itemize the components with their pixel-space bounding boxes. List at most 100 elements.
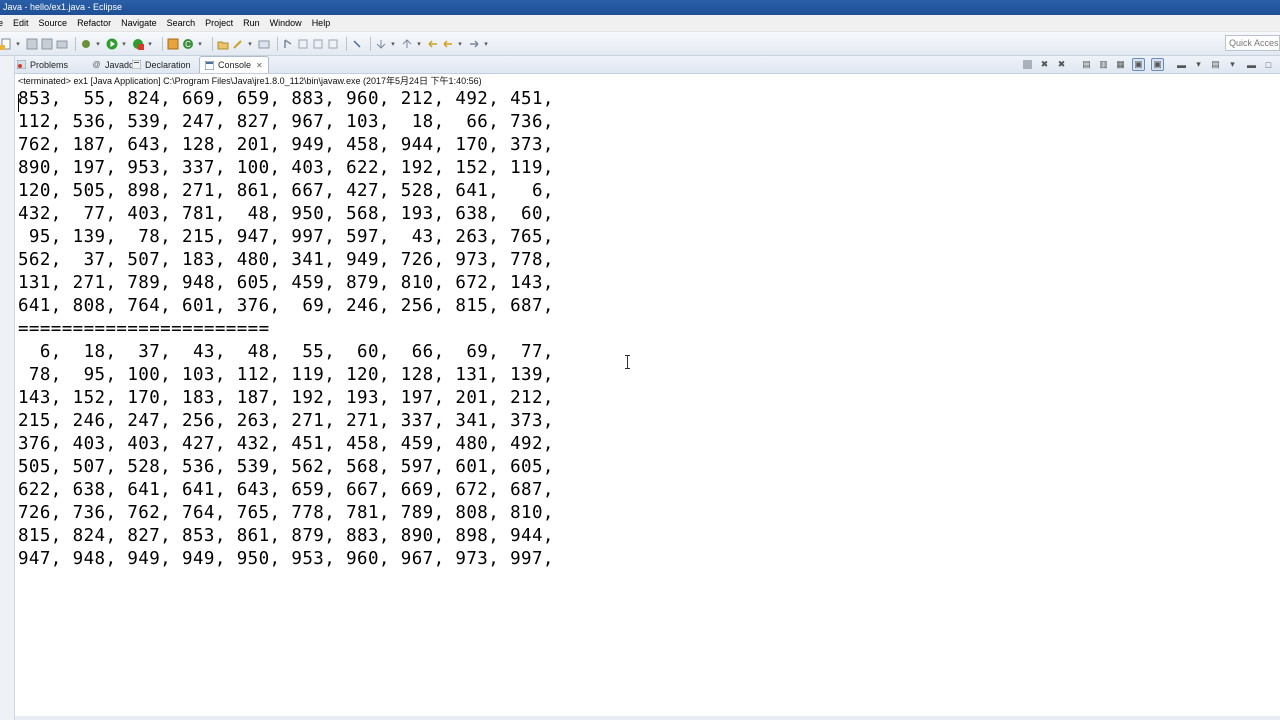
terminate-icon[interactable] — [1022, 59, 1033, 70]
menu-file[interactable]: e — [0, 18, 8, 28]
problems-icon — [17, 60, 26, 69]
open-console-dropdown-icon[interactable]: ▾ — [1227, 59, 1238, 70]
toolbar-separator — [212, 36, 213, 51]
show-console-on-error-icon[interactable]: ▣ — [1151, 58, 1164, 71]
toolbar-separator — [346, 36, 347, 51]
menu-project[interactable]: Project — [200, 18, 238, 28]
pin-console-icon[interactable]: ▬ — [1176, 59, 1187, 70]
new-icon[interactable] — [0, 38, 12, 50]
show-console-on-output-icon[interactable]: ▣ — [1132, 58, 1145, 71]
quick-access-field[interactable]: Quick Access — [1225, 35, 1280, 51]
display-selected-console-icon[interactable]: ▾ — [1193, 59, 1204, 70]
save-icon[interactable] — [26, 38, 38, 50]
toolbar-separator — [370, 36, 371, 51]
tab-problems[interactable]: Problems — [17, 56, 68, 73]
new-dropdown-icon[interactable]: ▾ — [15, 40, 21, 48]
toolbar-separator — [75, 36, 76, 51]
run-icon[interactable] — [106, 38, 118, 50]
console-line: 726, 736, 762, 764, 765, 778, 781, 789, … — [18, 503, 554, 523]
main-toolbar: ▾ ▾ ▾ ▾ C ▾ ▾ ▾ ▾ ▾ ▾ Quick Access — [0, 32, 1280, 56]
last-edit-location-icon[interactable] — [427, 38, 439, 50]
menu-search[interactable]: Search — [162, 18, 201, 28]
close-icon[interactable]: ✕ — [256, 61, 263, 70]
minimize-icon[interactable]: ▬ — [1246, 59, 1257, 70]
left-trim-stack — [0, 56, 15, 720]
tab-console[interactable]: Console ✕ — [199, 56, 269, 73]
console-line: 562, 37, 507, 183, 480, 341, 949, 726, 9… — [18, 250, 554, 270]
debug-icon[interactable] — [80, 38, 92, 50]
back-dropdown-icon[interactable]: ▾ — [457, 40, 463, 48]
open-console-icon[interactable]: ▤ — [1210, 59, 1221, 70]
menu-bar: e Edit Source Refactor Navigate Search P… — [0, 15, 1280, 32]
remove-all-terminated-icon[interactable]: ✖ — [1056, 59, 1067, 70]
menu-edit[interactable]: Edit — [8, 18, 34, 28]
maximize-icon[interactable]: □ — [1263, 59, 1274, 70]
console-view-toolbar: ✖ ✖ ▤ ▥ ▦ ▣ ▣ ▬ ▾ ▤ ▾ ▬ □ — [1016, 58, 1274, 71]
console-separator-line: ======================= — [18, 319, 270, 339]
new-class-dropdown-icon[interactable]: ▾ — [197, 40, 203, 48]
previous-annotation-dropdown-icon[interactable]: ▾ — [416, 40, 422, 48]
tab-label: Declaration — [145, 59, 191, 70]
console-output[interactable]: 853, 55, 824, 669, 659, 883, 960, 212, 4… — [18, 88, 1268, 708]
view-tab-bar: Problems @ Javadoc Declaration Console ✕… — [15, 56, 1280, 74]
console-line: 505, 507, 528, 536, 539, 562, 568, 597, … — [18, 457, 554, 477]
external-tools-dropdown-icon[interactable]: ▾ — [147, 40, 153, 48]
toggle-block-selection-icon[interactable] — [312, 38, 324, 50]
show-whitespace-icon[interactable] — [327, 38, 339, 50]
debug-dropdown-icon[interactable]: ▾ — [95, 40, 101, 48]
menu-refactor[interactable]: Refactor — [72, 18, 116, 28]
window-title: Java - hello/ex1.java - Eclipse — [3, 2, 123, 12]
declaration-icon — [132, 60, 141, 69]
toolbar-separator — [277, 36, 278, 51]
console-line: 131, 271, 789, 948, 605, 459, 879, 810, … — [18, 273, 554, 293]
console-bottom-border — [15, 716, 1280, 720]
console-line: 622, 638, 641, 641, 643, 659, 667, 669, … — [18, 480, 554, 500]
console-line: 112, 536, 539, 247, 827, 967, 103, 18, 6… — [18, 112, 554, 132]
new-java-project-icon[interactable] — [167, 38, 179, 50]
console-line: 215, 246, 247, 256, 263, 271, 271, 337, … — [18, 411, 554, 431]
next-annotation-icon[interactable] — [375, 38, 387, 50]
console-icon — [205, 60, 214, 70]
next-annotation-dropdown-icon[interactable]: ▾ — [390, 40, 396, 48]
scroll-lock-icon[interactable]: ▥ — [1098, 59, 1109, 70]
menu-source[interactable]: Source — [34, 18, 73, 28]
console-line: 120, 505, 898, 271, 861, 667, 427, 528, … — [18, 181, 554, 201]
menu-help[interactable]: Help — [307, 18, 336, 28]
forward-icon[interactable] — [468, 38, 480, 50]
word-wrap-icon[interactable]: ▦ — [1115, 59, 1126, 70]
console-line: 78, 95, 100, 103, 112, 119, 120, 128, 13… — [18, 365, 554, 385]
ibeam-cursor-icon — [624, 355, 631, 369]
menu-run[interactable]: Run — [238, 18, 265, 28]
forward-dropdown-icon[interactable]: ▾ — [483, 40, 489, 48]
console-line: 143, 152, 170, 183, 187, 192, 193, 197, … — [18, 388, 554, 408]
toggle-mark-occurrences-icon[interactable] — [282, 38, 294, 50]
open-type-icon[interactable] — [217, 38, 229, 50]
tab-declaration[interactable]: Declaration — [132, 56, 191, 73]
external-tools-icon[interactable] — [132, 38, 144, 50]
remove-launch-icon[interactable]: ✖ — [1039, 59, 1050, 70]
open-task-icon[interactable] — [258, 38, 270, 50]
toggle-word-wrap-icon[interactable] — [297, 38, 309, 50]
print-icon[interactable] — [56, 38, 68, 50]
window-titlebar[interactable]: Java - hello/ex1.java - Eclipse — [0, 0, 1280, 15]
console-line: 853, 55, 824, 669, 659, 883, 960, 212, 4… — [18, 89, 554, 109]
search-dropdown-icon[interactable]: ▾ — [247, 40, 253, 48]
menu-window[interactable]: Window — [265, 18, 307, 28]
search-icon[interactable] — [232, 38, 244, 50]
svg-text:C: C — [185, 40, 191, 49]
menu-navigate[interactable]: Navigate — [116, 18, 162, 28]
tab-label: Console — [218, 60, 252, 70]
clear-console-icon[interactable]: ▤ — [1081, 59, 1092, 70]
console-line: 641, 808, 764, 601, 376, 69, 246, 256, 8… — [18, 296, 554, 316]
javadoc-icon: @ — [92, 60, 101, 69]
back-icon[interactable] — [442, 38, 454, 50]
previous-annotation-icon[interactable] — [401, 38, 413, 50]
console-line: 6, 18, 37, 43, 48, 55, 60, 66, 69, 77, — [18, 342, 554, 362]
save-all-icon[interactable] — [41, 38, 53, 50]
run-dropdown-icon[interactable]: ▾ — [121, 40, 127, 48]
console-line: 95, 139, 78, 215, 947, 997, 597, 43, 263… — [18, 227, 554, 247]
toolbar-separator — [162, 36, 163, 51]
pin-icon[interactable] — [351, 38, 363, 50]
new-class-icon[interactable]: C — [182, 38, 194, 50]
console-line: 890, 197, 953, 337, 100, 403, 622, 192, … — [18, 158, 554, 178]
